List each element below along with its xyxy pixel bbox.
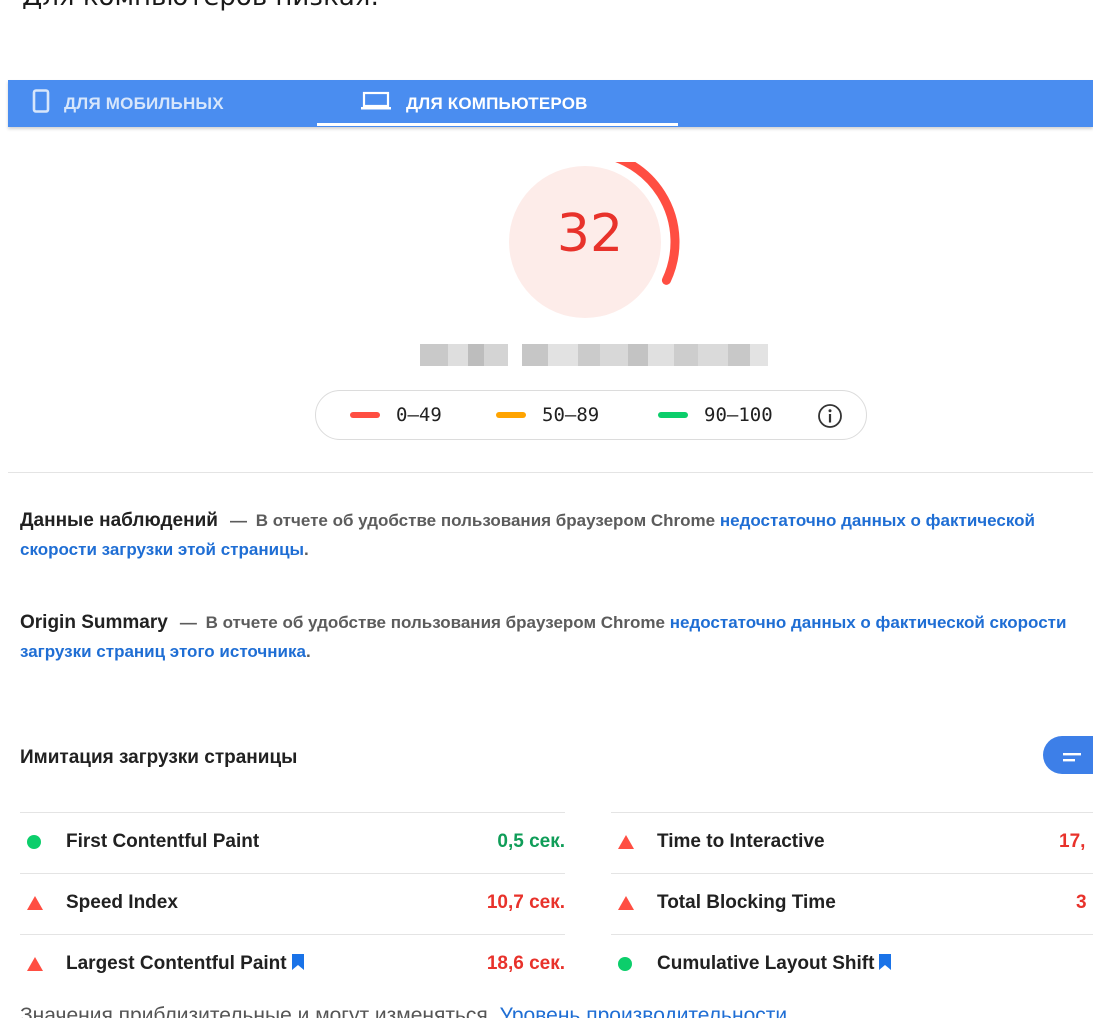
metric-row: Time to Interactive 17, <box>611 812 1093 873</box>
page: Для компьютеров низкая: ДЛЯ МОБИЛЬНЫХ ДЛ… <box>0 0 1093 1018</box>
metrics-left-column: First Contentful Paint 0,5 сек. Speed In… <box>20 812 565 995</box>
origin-summary-dash: — <box>179 613 197 632</box>
footer-note-text: Значения приблизительные и могут изменят… <box>20 1004 494 1018</box>
metric-name: Largest Contentful Paint <box>66 953 305 977</box>
field-data-section: Данные наблюдений — В отчете об удобстве … <box>20 506 1080 564</box>
list-toggle-icon <box>1063 750 1081 768</box>
field-data-title: Данные наблюдений <box>20 510 218 531</box>
metric-value: 3 <box>1076 892 1087 913</box>
field-data-dash: — <box>229 511 247 530</box>
field-data-end: . <box>304 540 309 559</box>
active-tab-indicator <box>317 123 678 126</box>
tab-desktop-label: ДЛЯ КОМПЬЮТЕРОВ <box>406 93 588 113</box>
core-web-vital-bookmark-icon <box>291 953 305 977</box>
device-tab-bar: ДЛЯ МОБИЛЬНЫХ ДЛЯ КОМПЬЮТЕРОВ <box>8 80 1093 127</box>
field-data-text: В отчете об удобстве пользования браузер… <box>255 511 716 530</box>
metric-row: Largest Contentful Paint 18,6 сек. <box>20 934 565 995</box>
core-web-vital-bookmark-icon <box>878 953 892 977</box>
metric-row: First Contentful Paint 0,5 сек. <box>20 812 565 873</box>
metric-row: Speed Index 10,7 сек. <box>20 873 565 934</box>
metric-name: First Contentful Paint <box>66 831 260 852</box>
metric-name: Cumulative Layout Shift <box>657 953 892 977</box>
metric-name: Speed Index <box>66 892 178 913</box>
metric-name-text: Cumulative Layout Shift <box>657 953 875 974</box>
tab-mobile-label: ДЛЯ МОБИЛЬНЫХ <box>64 93 224 113</box>
metrics-right-column: Time to Interactive 17, Total Blocking T… <box>611 812 1093 995</box>
metric-name: Total Blocking Time <box>657 892 836 913</box>
origin-summary-end: . <box>305 642 311 661</box>
legend-range-average: 50–89 <box>542 404 600 426</box>
origin-summary-text: В отчете об удобстве пользования браузер… <box>205 613 665 632</box>
laptop-icon <box>360 91 392 116</box>
phone-icon <box>32 89 50 118</box>
metric-value: 17, <box>1059 831 1086 852</box>
metric-row: Total Blocking Time 3 <box>611 873 1093 934</box>
fail-triangle-icon <box>617 895 635 917</box>
pass-circle-icon <box>26 834 42 856</box>
footer-link[interactable]: Уровень производительности <box>499 1004 787 1018</box>
footer-note: Значения приблизительные и могут изменят… <box>20 1004 787 1018</box>
metric-value: 10,7 сек. <box>486 892 565 913</box>
tab-mobile[interactable]: ДЛЯ МОБИЛЬНЫХ <box>32 80 224 127</box>
legend-dash-average <box>496 412 526 418</box>
legend-item-good: 90–100 <box>658 404 773 426</box>
legend-dash-good <box>658 412 688 418</box>
legend-dash-poor <box>350 412 380 418</box>
info-icon[interactable] <box>816 402 844 435</box>
legend-item-poor: 0–49 <box>350 404 442 426</box>
blurred-page-url <box>420 344 768 366</box>
performance-score: 32 <box>556 204 624 264</box>
metrics-view-toggle-button[interactable] <box>1043 736 1093 774</box>
legend-item-average: 50–89 <box>496 404 599 426</box>
fail-triangle-icon <box>26 895 44 917</box>
metric-row: Cumulative Layout Shift <box>611 934 1093 995</box>
tab-desktop[interactable]: ДЛЯ КОМПЬЮТЕРОВ <box>360 80 588 127</box>
lab-data-title: Имитация загрузки страницы <box>20 747 298 768</box>
page-heading: Для компьютеров низкая: <box>22 0 379 12</box>
fail-triangle-icon <box>26 956 44 978</box>
section-divider <box>8 472 1093 473</box>
metric-name-text: Largest Contentful Paint <box>66 953 287 974</box>
fail-triangle-icon <box>617 834 635 856</box>
origin-summary-title: Origin Summary <box>20 612 168 633</box>
metric-value: 0,5 сек. <box>497 831 565 852</box>
legend-range-good: 90–100 <box>704 404 773 426</box>
metric-value: 18,6 сек. <box>486 953 565 974</box>
origin-summary-section: Origin Summary — В отчете об удобстве пол… <box>20 608 1080 666</box>
legend-range-poor: 0–49 <box>396 404 442 426</box>
score-legend: 0–49 50–89 90–100 <box>315 390 867 440</box>
pass-circle-icon <box>617 956 633 978</box>
metric-name: Time to Interactive <box>657 831 825 852</box>
